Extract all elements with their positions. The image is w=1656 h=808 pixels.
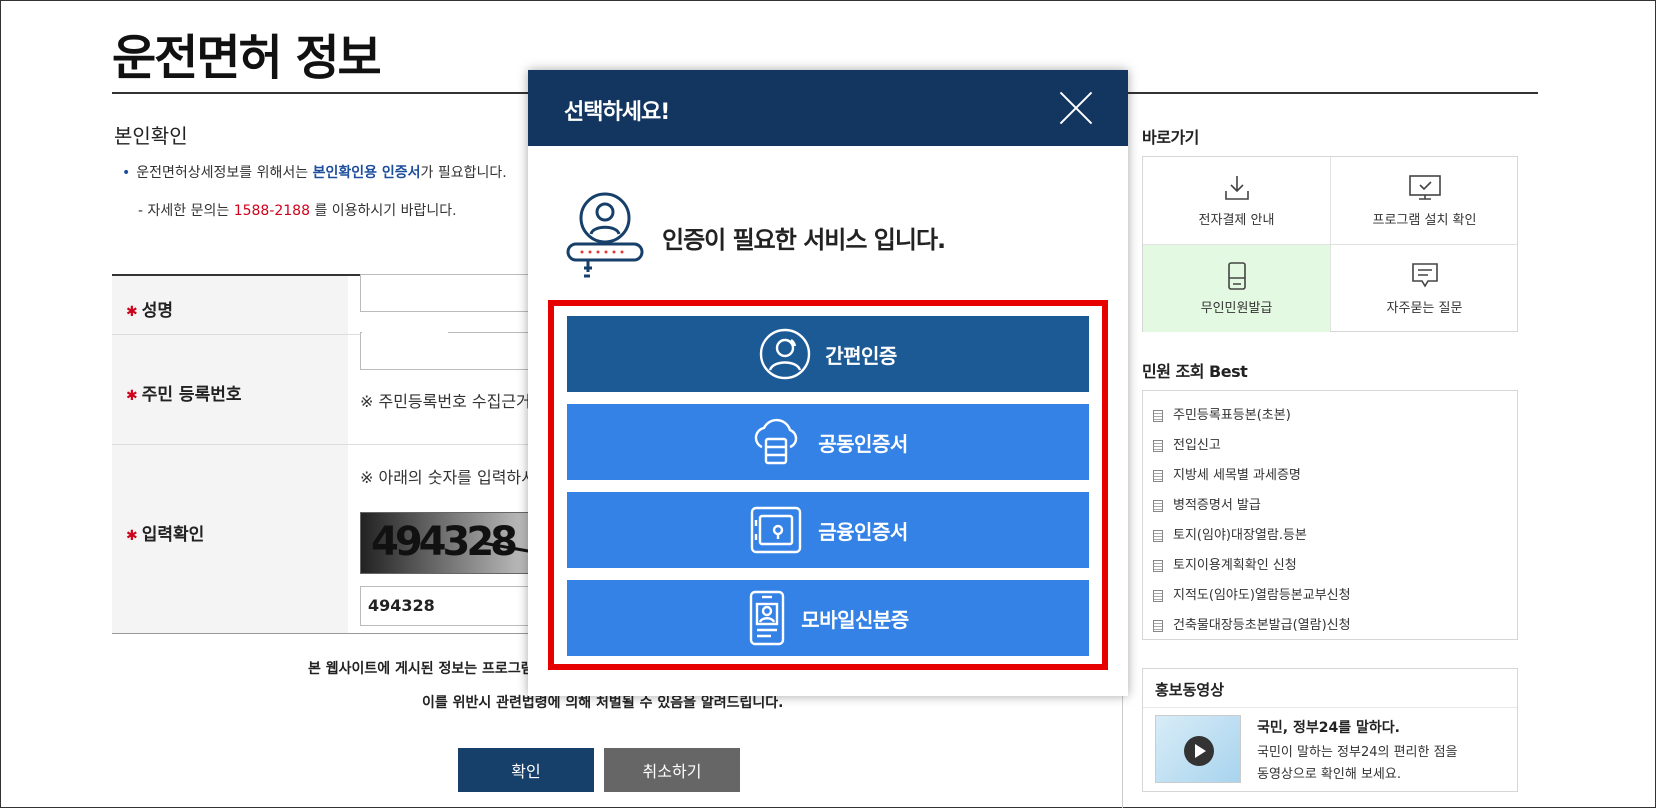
promo-divider xyxy=(1143,707,1517,708)
best-item-label: 토지(임야)대장열람.등본 xyxy=(1173,528,1307,543)
document-icon xyxy=(1153,620,1163,632)
quick-link-faq[interactable]: 자주묻는 질문 xyxy=(1331,245,1518,332)
best-list-item[interactable]: 주민등록표등본(초본) xyxy=(1143,401,1517,431)
quick-link-label: 무인민원발급 xyxy=(1200,301,1273,316)
grid-divider xyxy=(1143,244,1517,245)
document-icon xyxy=(1153,410,1163,422)
name-label-text: 성명 xyxy=(141,301,174,321)
monitor-check-icon xyxy=(1408,175,1441,200)
document-icon xyxy=(1153,500,1163,512)
required-icon: ✱ xyxy=(126,528,138,544)
notice-certificate: • 운전면허상세정보를 위해서는 본인확인용 인증서가 필요합니다. xyxy=(122,162,507,182)
section-title: 본인확인 xyxy=(114,124,188,148)
best-list-item[interactable]: 지방세 세목별 과세증명 xyxy=(1143,461,1517,491)
best-list-item[interactable]: 건축물대장등초본발급(열람)신청 xyxy=(1143,611,1517,641)
best-item-label: 전입신고 xyxy=(1173,438,1221,453)
notice-text: 운전면허상세정보를 위해서는 xyxy=(136,165,313,181)
document-icon xyxy=(1153,560,1163,572)
auth-required-message: 인증이 필요한 서비스 입니다. xyxy=(662,226,946,254)
promo-video-panel: 홍보동영상 국민, 정부24를 말하다. 국민이 말하는 정부24의 편리한 점… xyxy=(1142,668,1518,792)
play-icon[interactable] xyxy=(1184,736,1214,766)
document-icon xyxy=(1153,440,1163,452)
cancel-button[interactable]: 취소하기 xyxy=(604,748,740,792)
person-circle-icon xyxy=(759,328,811,380)
joint-certificate-button[interactable]: 공동인증서 xyxy=(567,404,1089,480)
required-icon: ✱ xyxy=(126,388,138,404)
finance-certificate-button[interactable]: 금융인증서 xyxy=(567,492,1089,568)
best-list-item[interactable]: 토지(임야)대장열람.등본 xyxy=(1143,521,1517,551)
mobile-id-button[interactable]: 모바일신분증 xyxy=(567,580,1089,656)
captcha-text: 494328 xyxy=(371,519,518,565)
quick-links-panel: 전자결제 안내 프로그램 설치 확인 무인민원발급 자주묻는 질문 xyxy=(1142,156,1518,332)
quick-link-program-check[interactable]: 프로그램 설치 확인 xyxy=(1331,157,1518,244)
option-label: 금융인증서 xyxy=(818,519,908,544)
best-item-label: 병적증명서 발급 xyxy=(1173,498,1261,513)
page-title: 운전면허 정보 xyxy=(112,30,382,86)
promo-description: 국민이 말하는 정부24의 편리한 점을 xyxy=(1257,745,1458,760)
rrn-label-text: 주민 등록번호 xyxy=(141,385,242,405)
best-item-label: 지적도(임야도)열람등본교부신청 xyxy=(1173,588,1351,603)
notice-contact: - 자세한 문의는 1588-2188 를 이용하시기 바랍니다. xyxy=(138,200,457,220)
best-item-label: 주민등록표등본(초본) xyxy=(1173,408,1291,423)
document-icon xyxy=(1153,590,1163,602)
document-icon xyxy=(1153,470,1163,482)
best-list: 주민등록표등본(초본) 전입신고 지방세 세목별 과세증명 병적증명서 발급 토… xyxy=(1142,390,1518,640)
notice-highlight: 본인확인용 인증서 xyxy=(312,165,421,181)
best-list-item[interactable]: 토지이용계획확인 신청 xyxy=(1143,551,1517,581)
quick-link-label: 자주묻는 질문 xyxy=(1386,301,1463,316)
contact-phone: 1588-2188 xyxy=(233,203,310,219)
contact-text-suffix: 를 이용하시기 바랍니다. xyxy=(310,203,457,219)
footer-notice-line1: 본 웹사이트에 게시된 정보는 프로그램 xyxy=(308,661,534,677)
modal-title: 선택하세요! xyxy=(564,100,670,125)
promo-title: 홍보동영상 xyxy=(1155,681,1225,699)
option-label: 모바일신분증 xyxy=(801,607,909,632)
quick-link-kiosk[interactable]: 무인민원발급 xyxy=(1143,245,1330,332)
best-list-item[interactable]: 전입신고 xyxy=(1143,431,1517,461)
quick-link-label: 전자결제 안내 xyxy=(1198,213,1275,228)
safe-icon xyxy=(748,504,804,556)
quick-link-payment[interactable]: 전자결제 안내 xyxy=(1143,157,1330,244)
mobile-id-icon xyxy=(747,590,787,646)
rrn-label: ✱ 주민 등록번호 xyxy=(126,380,242,405)
option-label: 간편인증 xyxy=(825,343,897,368)
promo-description: 동영상으로 확인해 보세요. xyxy=(1257,767,1401,782)
notice-text-suffix: 가 필요합니다. xyxy=(420,165,507,181)
captcha-hint: ※ 아래의 숫자를 입력하시 xyxy=(360,468,536,487)
authentication-icon xyxy=(566,192,644,278)
captcha-label-text: 입력확인 xyxy=(141,525,205,545)
best-list-item[interactable]: 병적증명서 발급 xyxy=(1143,491,1517,521)
faq-icon xyxy=(1411,263,1438,288)
best-item-label: 지방세 세목별 과세증명 xyxy=(1173,468,1301,483)
download-icon xyxy=(1224,176,1249,200)
rrn-hint: ※ 주민등록번호 수집근거 xyxy=(360,392,531,411)
bullet-icon: • xyxy=(122,165,131,181)
best-item-label: 건축물대장등초본발급(열람)신청 xyxy=(1173,618,1351,633)
close-icon[interactable] xyxy=(1056,88,1096,128)
best-title: 민원 조회 Best xyxy=(1142,362,1248,381)
promo-headline[interactable]: 국민, 정부24를 말하다. xyxy=(1257,717,1400,737)
form-label-column xyxy=(112,276,348,633)
cloud-certificate-icon xyxy=(748,417,804,467)
simple-auth-button[interactable]: 간편인증 xyxy=(567,316,1089,392)
auth-select-modal: 선택하세요! 인증이 필요한 서비스 입니다. 간편인증 공동인증서 금융인증서 xyxy=(528,70,1128,696)
contact-text: - 자세한 문의는 xyxy=(138,203,234,219)
promo-video-thumbnail[interactable] xyxy=(1155,715,1241,783)
required-icon: ✱ xyxy=(126,304,138,320)
best-list-item[interactable]: 지적도(임야도)열람등본교부신청 xyxy=(1143,581,1517,611)
modal-header: 선택하세요! xyxy=(528,70,1128,146)
captcha-label: ✱ 입력확인 xyxy=(126,520,204,545)
masked-area xyxy=(362,318,448,354)
confirm-button[interactable]: 확인 xyxy=(458,748,594,792)
option-label: 공동인증서 xyxy=(818,431,908,456)
best-item-label: 토지이용계획확인 신청 xyxy=(1173,558,1297,573)
quick-link-label: 프로그램 설치 확인 xyxy=(1372,213,1477,228)
kiosk-icon xyxy=(1227,262,1246,290)
quick-links-title: 바로가기 xyxy=(1142,128,1199,147)
document-icon xyxy=(1153,530,1163,542)
name-label: ✱ 성명 xyxy=(126,296,173,321)
